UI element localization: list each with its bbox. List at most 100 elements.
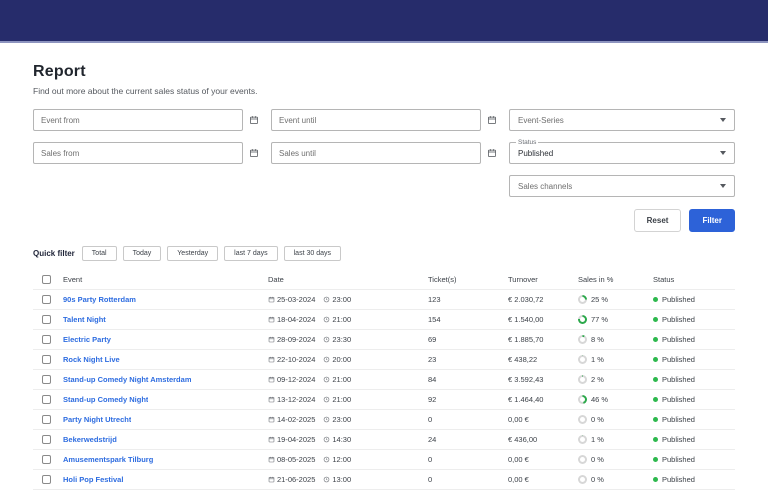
row-checkbox[interactable] bbox=[42, 315, 51, 324]
quick-filter-bar: Quick filter Total Today Yesterday last … bbox=[33, 246, 735, 261]
sales-until-input[interactable] bbox=[271, 142, 481, 164]
page-title: Report bbox=[33, 63, 735, 81]
quick-filter-total[interactable]: Total bbox=[82, 246, 117, 261]
row-checkbox[interactable] bbox=[42, 455, 51, 464]
sales-pct-value: 1 % bbox=[591, 355, 604, 364]
table-row: 90s Party Rotterdam 25-03-2024 23:00 123… bbox=[33, 290, 735, 310]
sales-pct-cell: 2 % bbox=[578, 375, 653, 384]
status-cell: Published bbox=[653, 475, 735, 484]
event-date-cell: 22-10-2024 20:00 bbox=[268, 355, 428, 364]
clock-icon bbox=[323, 296, 330, 303]
published-status-dot bbox=[653, 437, 658, 442]
clock-icon bbox=[323, 376, 330, 383]
row-checkbox[interactable] bbox=[42, 295, 51, 304]
column-header-event[interactable]: Event bbox=[63, 275, 268, 284]
row-checkbox[interactable] bbox=[42, 395, 51, 404]
sales-progress-ring bbox=[578, 395, 587, 404]
event-from-calendar-button[interactable] bbox=[249, 113, 259, 128]
status-select-value: Published bbox=[518, 149, 553, 158]
event-name-link[interactable]: Stand-up Comedy Night bbox=[63, 395, 148, 404]
quick-filter-yesterday[interactable]: Yesterday bbox=[167, 246, 218, 261]
event-date-cell: 28-09-2024 23:30 bbox=[268, 335, 428, 344]
quick-filter-last-7-days[interactable]: last 7 days bbox=[224, 246, 277, 261]
select-all-checkbox[interactable] bbox=[42, 275, 51, 284]
event-series-select[interactable]: Event-Series bbox=[509, 109, 735, 131]
sales-pct-cell: 77 % bbox=[578, 315, 653, 324]
event-name-link[interactable]: Electric Party bbox=[63, 335, 111, 344]
event-name-link[interactable]: Bekerwedstrijd bbox=[63, 435, 117, 444]
sales-progress-ring bbox=[578, 295, 587, 304]
turnover-cell: € 1.540,00 bbox=[508, 315, 578, 324]
row-checkbox[interactable] bbox=[42, 435, 51, 444]
tickets-cell: 0 bbox=[428, 455, 508, 464]
sales-channels-select[interactable]: Sales channels bbox=[509, 175, 735, 197]
published-status-dot bbox=[653, 377, 658, 382]
event-name-link[interactable]: Amusementspark Tilburg bbox=[63, 455, 153, 464]
status-select[interactable]: Status Published bbox=[509, 142, 735, 164]
sales-pct-value: 2 % bbox=[591, 375, 604, 384]
turnover-cell: € 436,00 bbox=[508, 435, 578, 444]
quick-filter-label: Quick filter bbox=[33, 249, 75, 258]
row-checkbox[interactable] bbox=[42, 355, 51, 364]
event-from-field bbox=[33, 109, 259, 131]
event-name-link[interactable]: Party Night Utrecht bbox=[63, 415, 131, 424]
published-status-dot bbox=[653, 297, 658, 302]
table-body: 90s Party Rotterdam 25-03-2024 23:00 123… bbox=[33, 290, 735, 494]
event-time: 12:00 bbox=[332, 455, 351, 464]
row-checkbox[interactable] bbox=[42, 415, 51, 424]
sales-progress-ring bbox=[578, 415, 587, 424]
sales-pct-cell: 8 % bbox=[578, 335, 653, 344]
reset-button[interactable]: Reset bbox=[634, 209, 682, 232]
event-date: 14-02-2025 bbox=[277, 415, 315, 424]
event-time: 13:00 bbox=[332, 475, 351, 484]
event-until-input[interactable] bbox=[271, 109, 481, 131]
event-name-link[interactable]: Rock Night Live bbox=[63, 355, 120, 364]
event-name-link[interactable]: 90s Party Rotterdam bbox=[63, 295, 136, 304]
tickets-cell: 23 bbox=[428, 355, 508, 364]
status-cell: Published bbox=[653, 435, 735, 444]
row-checkbox[interactable] bbox=[42, 475, 51, 484]
calendar-icon bbox=[268, 476, 275, 483]
filter-grid-spacer-1 bbox=[33, 175, 259, 197]
filter-button[interactable]: Filter bbox=[689, 209, 735, 232]
column-header-status[interactable]: Status bbox=[653, 275, 735, 284]
sales-progress-ring bbox=[578, 435, 587, 444]
event-name-link[interactable]: Stand-up Comedy Night Amsterdam bbox=[63, 375, 191, 384]
event-name-link[interactable]: Talent Night bbox=[63, 315, 106, 324]
row-checkbox[interactable] bbox=[42, 335, 51, 344]
column-header-tickets[interactable]: Ticket(s) bbox=[428, 275, 508, 284]
table-row: Electric Party 28-09-2024 23:30 69 € 1.8… bbox=[33, 330, 735, 350]
sales-from-input[interactable] bbox=[33, 142, 243, 164]
column-header-date[interactable]: Date bbox=[268, 275, 428, 284]
tickets-cell: 154 bbox=[428, 315, 508, 324]
table-row: Bekerwedstrijd 19-04-2025 14:30 24 € 436… bbox=[33, 430, 735, 450]
event-from-input[interactable] bbox=[33, 109, 243, 131]
sales-until-calendar-button[interactable] bbox=[487, 146, 497, 161]
filter-grid-spacer-2 bbox=[271, 175, 497, 197]
status-label: Published bbox=[662, 375, 695, 384]
sales-from-calendar-button[interactable] bbox=[249, 146, 259, 161]
published-status-dot bbox=[653, 337, 658, 342]
sales-pct-cell: 0 % bbox=[578, 455, 653, 464]
column-header-sales-pct[interactable]: Sales in % bbox=[578, 275, 653, 284]
tickets-cell: 24 bbox=[428, 435, 508, 444]
filter-panel: Event-Series Status Published Sales chan… bbox=[33, 109, 735, 197]
event-date-cell: 19-04-2025 14:30 bbox=[268, 435, 428, 444]
calendar-icon bbox=[268, 456, 275, 463]
quick-filter-today[interactable]: Today bbox=[123, 246, 162, 261]
column-header-turnover[interactable]: Turnover bbox=[508, 275, 578, 284]
table-row: Talent Night 18-04-2024 21:00 154 € 1.54… bbox=[33, 310, 735, 330]
sales-progress-ring bbox=[578, 355, 587, 364]
row-checkbox[interactable] bbox=[42, 375, 51, 384]
published-status-dot bbox=[653, 357, 658, 362]
event-until-calendar-button[interactable] bbox=[487, 113, 497, 128]
calendar-icon bbox=[487, 146, 497, 161]
clock-icon bbox=[323, 396, 330, 403]
event-name-link[interactable]: Holi Pop Festival bbox=[63, 475, 123, 484]
event-date-cell: 14-02-2025 23:00 bbox=[268, 415, 428, 424]
turnover-cell: € 1.464,40 bbox=[508, 395, 578, 404]
table-row: Rock Night Live 22-10-2024 20:00 23 € 43… bbox=[33, 350, 735, 370]
tickets-cell: 123 bbox=[428, 295, 508, 304]
top-navigation-bar bbox=[0, 0, 768, 43]
quick-filter-last-30-days[interactable]: last 30 days bbox=[284, 246, 341, 261]
